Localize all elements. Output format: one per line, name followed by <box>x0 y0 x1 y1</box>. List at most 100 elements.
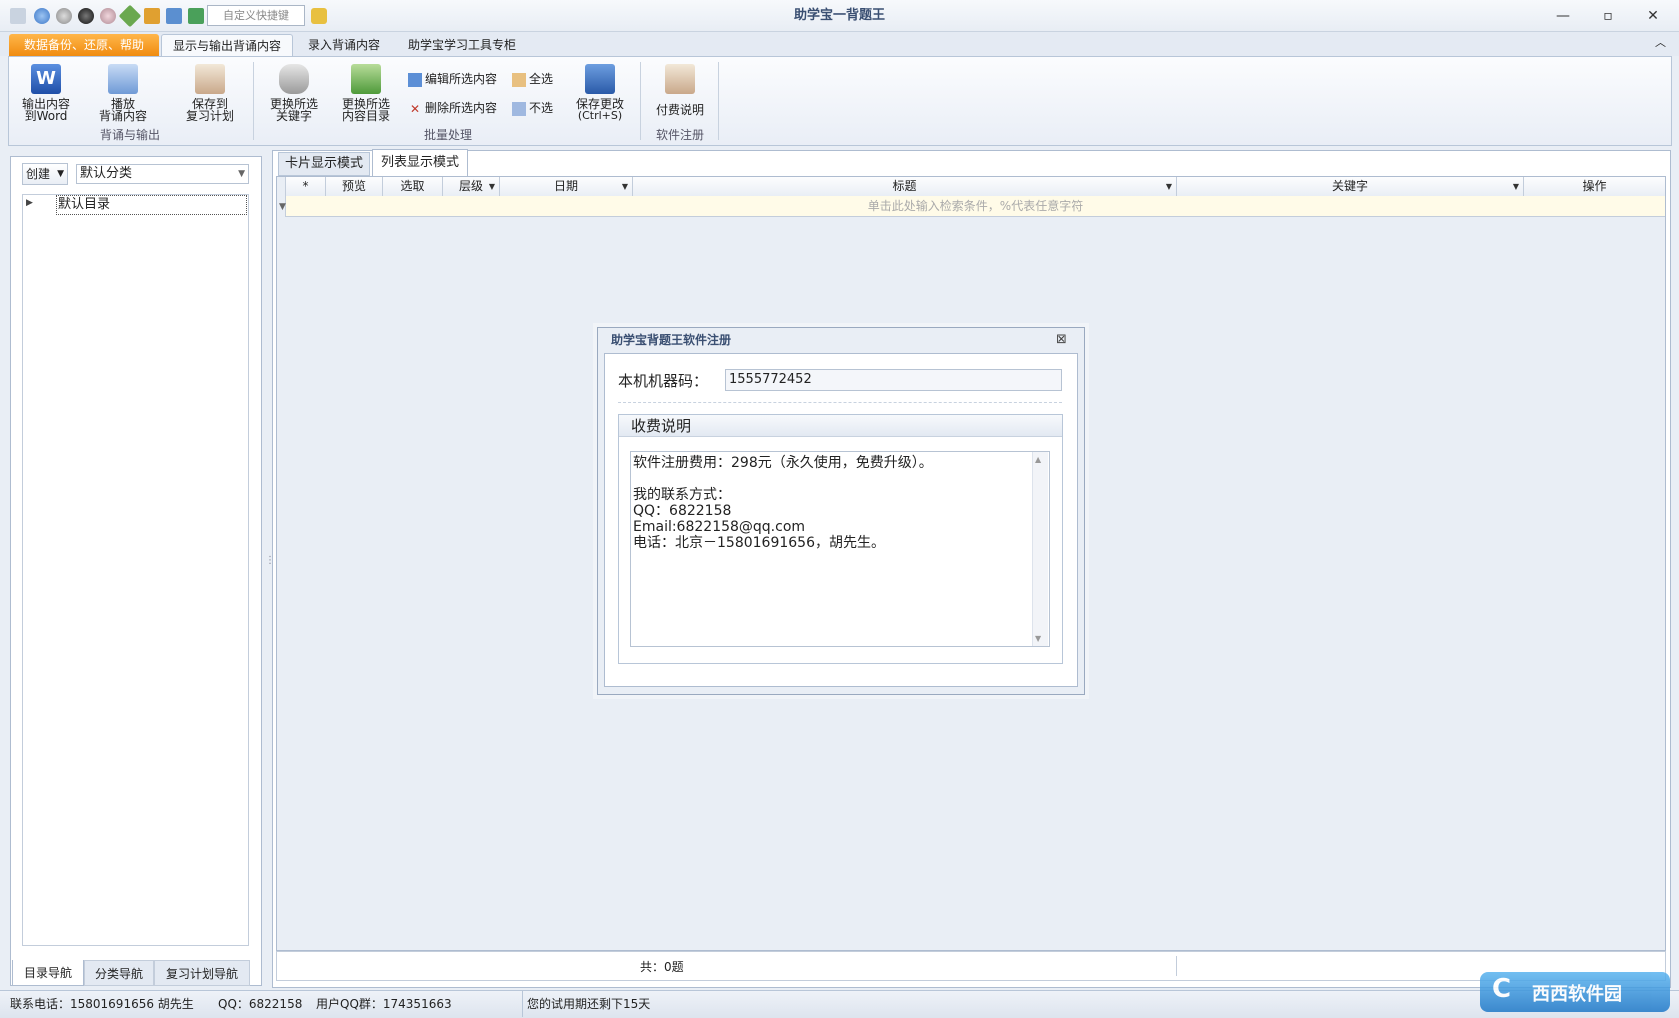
ribbon-separator <box>640 62 641 140</box>
deselect-label: 不选 <box>529 101 554 115</box>
footer-divider <box>1176 956 1177 976</box>
tab-tools[interactable]: 助学宝学习工具专柜 <box>398 34 526 56</box>
change-keyword-label-2: 关键字 <box>275 109 312 123</box>
change-directory-button[interactable]: 更换所选 内容目录 <box>332 64 400 122</box>
col-action[interactable]: 操作 <box>1524 177 1665 196</box>
col-level-label: 层级 <box>458 179 483 193</box>
chevron-down-icon: ▼ <box>238 169 245 179</box>
filter-icon[interactable]: ▼ <box>1513 177 1519 196</box>
grey-orb-icon[interactable] <box>56 8 72 24</box>
tree-icon[interactable] <box>166 8 182 24</box>
quick-shortcut-input[interactable]: 自定义快捷键 <box>207 5 305 26</box>
tab-display-output[interactable]: 显示与输出背诵内容 <box>161 34 293 56</box>
machine-code-label: 本机机器码： <box>618 372 709 390</box>
watermark-text: 西西软件园 <box>1532 984 1622 1005</box>
textarea-scrollbar[interactable] <box>1032 452 1048 646</box>
status-qq: QQ：6822158 <box>218 997 303 1011</box>
delete-selected-button[interactable]: ✕ 删除所选内容 <box>408 98 497 118</box>
group-label-recite-output: 背诵与输出 <box>99 128 160 142</box>
save-plan-label-2: 复习计划 <box>185 109 234 123</box>
app-menu-icon[interactable] <box>10 8 26 24</box>
hint-icon[interactable] <box>311 8 327 24</box>
fee-description-textarea[interactable]: 软件注册费用：298元（永久使用，免费升级）。 我的联系方式： QQ：68221… <box>630 451 1050 647</box>
play-button[interactable]: 播放 背诵内容 <box>88 64 158 122</box>
status-phone: 联系电话：15801691656 胡先生 <box>10 997 194 1011</box>
deselect-button[interactable]: 不选 <box>512 98 553 118</box>
play-network-icon <box>108 64 138 94</box>
word-icon: W <box>31 64 61 94</box>
edit-icon <box>408 72 422 87</box>
pink-orb-icon[interactable] <box>100 8 116 24</box>
maximize-button[interactable]: ▫ <box>1588 4 1628 28</box>
ribbon-separator <box>253 62 254 140</box>
tab-backup-restore-help[interactable]: 数据备份、还原、帮助 <box>9 34 159 56</box>
scroll-up-icon[interactable]: ▲ <box>1035 455 1041 464</box>
grid-footer <box>276 951 1666 981</box>
tab-card-mode[interactable]: 卡片显示模式 <box>278 152 370 176</box>
collapse-ribbon-icon[interactable]: ︿ <box>1655 34 1666 50</box>
id-card-icon <box>665 64 695 94</box>
save-plan-button[interactable]: 保存到 复习计划 <box>172 64 248 122</box>
scroll-down-icon[interactable]: ▼ <box>1035 634 1041 643</box>
col-level[interactable]: 层级 ▼ <box>443 177 500 196</box>
play-label-2: 背诵内容 <box>98 109 147 123</box>
save-changes-label-2: (Ctrl+S) <box>577 109 623 122</box>
filter-row-icon: ▼ <box>279 202 286 212</box>
delete-selected-label: 删除所选内容 <box>425 101 498 115</box>
filter-icon[interactable]: ▼ <box>622 177 628 196</box>
search-filter-row[interactable]: 单击此处输入检索条件，%代表任意字符 <box>286 196 1665 217</box>
tab-directory-nav[interactable]: 目录导航 <box>12 960 84 986</box>
export-word-button[interactable]: W 输出内容 到Word <box>16 64 76 122</box>
tab-category-nav[interactable]: 分类导航 <box>84 960 154 986</box>
category-value: 默认分类 <box>80 166 133 181</box>
status-bar: 联系电话：15801691656 胡先生 QQ：6822158 用户QQ群：17… <box>0 990 1679 1018</box>
floppy-disk-icon <box>585 64 615 94</box>
dialog-title: 助学宝背题王软件注册 <box>611 333 732 347</box>
filter-icon[interactable]: ▼ <box>1166 177 1172 196</box>
change-dir-label-2: 内容目录 <box>341 109 390 123</box>
watermark-c-icon: C <box>1492 974 1512 1004</box>
fee-header: 收费说明 <box>619 415 1062 437</box>
col-select[interactable]: 选取 <box>383 177 443 196</box>
tab-input-content[interactable]: 录入背诵内容 <box>298 34 390 56</box>
status-trial: 您的试用期还剩下15天 <box>522 991 650 1017</box>
col-keyword-label: 关键字 <box>1331 179 1368 193</box>
payment-info-button[interactable]: 付费说明 <box>648 64 712 116</box>
filter-icon[interactable]: ▼ <box>489 177 495 196</box>
col-title[interactable]: 标题 ▼ <box>633 177 1177 196</box>
col-title-label: 标题 <box>892 179 917 193</box>
col-star[interactable]: * <box>286 177 326 196</box>
machine-code-field[interactable]: 1555772452 <box>725 369 1062 391</box>
payment-label: 付费说明 <box>655 103 704 117</box>
edit-selected-button[interactable]: 编辑所选内容 <box>408 69 497 89</box>
create-button[interactable]: 创建 ▼ <box>22 163 68 185</box>
keyword-icon <box>279 64 309 94</box>
select-all-label: 全选 <box>529 72 554 86</box>
book-icon <box>351 64 381 94</box>
blue-orb-icon[interactable] <box>34 8 50 24</box>
watermark-logo: C 西西软件园 <box>1480 972 1670 1012</box>
minimize-button[interactable]: — <box>1543 4 1583 28</box>
category-select[interactable]: 默认分类 ▼ <box>76 164 249 184</box>
tree-item-default[interactable]: 默认目录 <box>56 195 247 215</box>
save-changes-button[interactable]: 保存更改 (Ctrl+S) <box>566 64 634 122</box>
splitter-handle[interactable]: ⋮ <box>265 555 275 575</box>
select-all-button[interactable]: 全选 <box>512 69 553 89</box>
tree-expand-icon[interactable]: ▶ <box>26 198 33 208</box>
col-keyword[interactable]: 关键字 ▼ <box>1177 177 1524 196</box>
tab-review-plan-nav[interactable]: 复习计划导航 <box>154 960 250 986</box>
deselect-icon <box>512 101 526 116</box>
col-date[interactable]: 日期 ▼ <box>500 177 633 196</box>
card-icon <box>195 64 225 94</box>
col-preview[interactable]: 预览 <box>326 177 383 196</box>
group-label-register: 软件注册 <box>655 128 704 142</box>
people-icon[interactable] <box>144 8 160 24</box>
tab-list-mode[interactable]: 列表显示模式 <box>372 149 468 176</box>
export-icon[interactable] <box>188 8 204 24</box>
close-button[interactable]: ✕ <box>1633 4 1673 28</box>
col-date-label: 日期 <box>553 179 578 193</box>
select-all-icon <box>512 72 526 87</box>
black-orb-icon[interactable] <box>78 8 94 24</box>
change-keyword-button[interactable]: 更换所选 关键字 <box>260 64 328 122</box>
dialog-close-icon[interactable]: ⊠ <box>1056 332 1067 347</box>
